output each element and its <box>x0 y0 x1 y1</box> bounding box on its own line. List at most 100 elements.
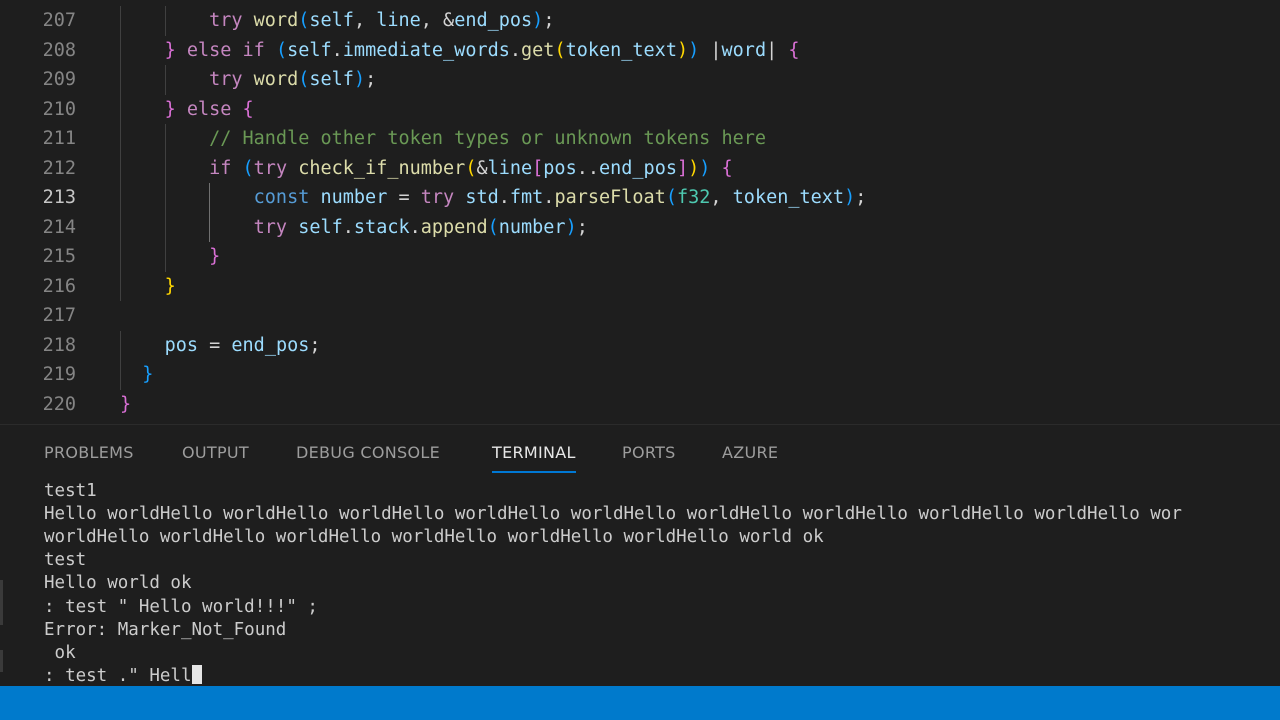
code-line[interactable]: 211 // Handle other token types or unkno… <box>0 124 1280 154</box>
code-line[interactable]: 215 } <box>0 242 1280 272</box>
code-text: } else if (self.immediate_words.get(toke… <box>120 36 800 66</box>
code-token: , <box>353 10 377 31</box>
code-token: ; <box>855 187 867 208</box>
code-token: . <box>342 216 354 238</box>
code-token: end_pos <box>454 10 533 31</box>
code-token: ] <box>676 157 689 179</box>
code-token: ) <box>353 69 366 90</box>
code-token: line <box>487 157 533 179</box>
code-token: ; <box>309 334 321 356</box>
code-line[interactable]: 210 } else { <box>0 94 1280 124</box>
code-token: . <box>409 216 421 238</box>
code-token: . <box>543 187 555 208</box>
terminal-output[interactable]: test1 Hello worldHello worldHello worldHe… <box>0 480 1280 687</box>
tab-problems[interactable]: PROBLEMS <box>44 441 134 471</box>
terminal-line: Hello world ok <box>44 572 192 595</box>
code-token: try <box>253 157 288 179</box>
code-token: else <box>186 98 232 120</box>
code-line[interactable]: 220} <box>0 390 1280 420</box>
code-token: fmt <box>509 187 544 208</box>
code-line[interactable]: 207 try word(self, line, &end_pos); <box>0 6 1280 36</box>
code-token: token_text <box>732 187 845 208</box>
code-token: } <box>164 39 176 61</box>
code-line[interactable]: 216 } <box>0 271 1280 301</box>
tab-output[interactable]: OUTPUT <box>182 441 249 471</box>
code-token: ; <box>576 216 588 238</box>
code-text: } <box>120 242 220 272</box>
code-line[interactable]: 219 } <box>0 360 1280 390</box>
code-token: ( <box>275 39 288 61</box>
terminal-command-decoration <box>0 580 3 625</box>
code-token: word <box>721 39 767 61</box>
code-token: stack <box>353 216 410 238</box>
code-token: { <box>242 98 254 120</box>
line-number: 218 <box>42 334 76 356</box>
code-token: ) <box>688 157 700 179</box>
code-token: ( <box>665 187 677 208</box>
code-text: // Handle other token types or unknown t… <box>120 124 766 154</box>
code-token: if <box>209 157 232 179</box>
terminal-line-text: Error: Marker_Not_Found <box>44 619 287 640</box>
code-token: ) <box>532 10 544 31</box>
code-token: end_pos <box>231 334 310 356</box>
code-token: = <box>197 334 232 356</box>
terminal-line: : test " Hello world!!!" ; <box>44 596 318 619</box>
terminal-cursor <box>191 664 202 684</box>
code-token: line <box>376 10 421 31</box>
code-token: self <box>309 10 354 31</box>
code-line[interactable]: 214 try self.stack.append(number); <box>0 212 1280 242</box>
panel-tab-bar: PROBLEMS OUTPUT DEBUG CONSOLE TERMINAL PORTS… <box>0 425 1280 479</box>
code-token: ( <box>298 69 310 90</box>
code-line[interactable]: 217 <box>0 301 1280 331</box>
line-number: 209 <box>42 69 76 90</box>
code-editor[interactable]: 207 try word(self, line, &end_pos); 208 }… <box>0 0 1280 424</box>
code-token: { <box>788 39 800 61</box>
line-number: 216 <box>42 275 76 297</box>
code-line[interactable]: 209 try word(self); <box>0 65 1280 95</box>
code-token: pos <box>164 334 198 356</box>
code-line[interactable]: 208 } else if (self.immediate_words.get(… <box>0 35 1280 66</box>
code-token: word <box>253 69 299 90</box>
terminal-line: test <box>44 549 86 572</box>
code-token: ( <box>298 10 310 31</box>
code-token: f32 <box>676 187 711 208</box>
code-token: try <box>253 216 288 238</box>
code-line[interactable]: 213 const number = try std.fmt.parseFloa… <box>0 183 1280 213</box>
code-token: parseFloat <box>554 187 666 208</box>
line-number: 212 <box>42 157 76 179</box>
terminal-line-text: Hello worldHello worldHello worldHello w… <box>44 504 1182 525</box>
code-token: end_pos <box>599 157 677 179</box>
line-number: 217 <box>42 305 76 326</box>
code-token: , & <box>420 10 455 31</box>
code-line[interactable]: 218 pos = end_pos; <box>0 330 1280 360</box>
code-token: | <box>766 39 789 61</box>
tab-ports[interactable]: PORTS <box>622 441 676 471</box>
code-token: std <box>465 187 499 208</box>
code-token: .. <box>576 157 599 179</box>
code-text: } <box>120 390 131 420</box>
tab-terminal[interactable]: TERMINAL <box>492 441 576 473</box>
line-number: 219 <box>42 364 76 385</box>
tab-azure[interactable]: AZURE <box>722 441 778 471</box>
code-token: . <box>331 39 343 61</box>
terminal-line-text: test1 <box>44 481 97 501</box>
code-token: ) <box>699 157 711 179</box>
tab-debug-console[interactable]: DEBUG CONSOLE <box>296 441 440 471</box>
code-token: ( <box>487 216 499 238</box>
code-token: ; <box>365 69 377 90</box>
code-token: . <box>498 187 510 208</box>
status-bar <box>0 686 1280 720</box>
code-line[interactable]: 212 if (try check_if_number(&line[pos..e… <box>0 153 1280 183</box>
code-token: ) <box>688 39 700 61</box>
code-token: ( <box>242 157 254 179</box>
